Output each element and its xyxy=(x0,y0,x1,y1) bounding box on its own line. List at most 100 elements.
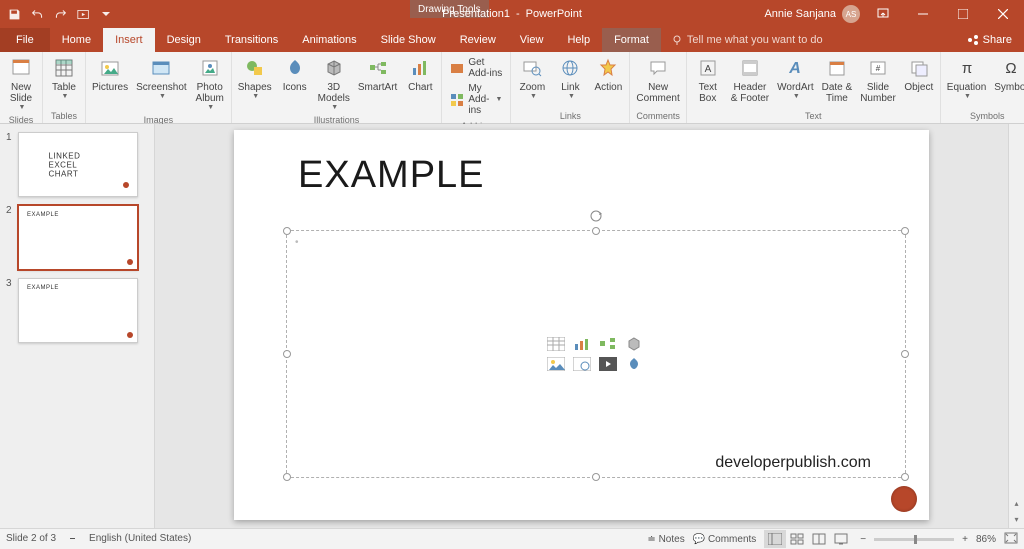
rotate-handle-icon[interactable] xyxy=(589,209,603,223)
resize-handle[interactable] xyxy=(283,350,291,358)
zoom-level[interactable]: 86% xyxy=(976,534,996,545)
smartart-button[interactable]: SmartArt xyxy=(355,54,400,95)
normal-view-icon[interactable] xyxy=(764,530,786,548)
close-icon[interactable] xyxy=(986,0,1020,28)
link-button[interactable]: Link▼ xyxy=(552,54,588,102)
tab-view[interactable]: View xyxy=(508,28,556,52)
chevron-down-icon: ▼ xyxy=(207,104,214,111)
zoom-slider[interactable] xyxy=(874,538,954,541)
group-label-links: Links xyxy=(514,109,626,123)
resize-handle[interactable] xyxy=(901,227,909,235)
tab-file[interactable]: File xyxy=(0,28,50,52)
tab-slideshow[interactable]: Slide Show xyxy=(369,28,448,52)
symbol-button[interactable]: ΩSymbol xyxy=(991,54,1024,95)
tell-me-search[interactable]: Tell me what you want to do xyxy=(671,28,823,52)
text-box-button[interactable]: AText Box xyxy=(690,54,726,106)
tab-design[interactable]: Design xyxy=(155,28,213,52)
fit-to-window-icon[interactable] xyxy=(1004,532,1018,547)
insert-icon-icon[interactable] xyxy=(625,357,643,371)
reading-view-icon[interactable] xyxy=(808,530,830,548)
chart-button[interactable]: Chart xyxy=(402,54,438,95)
insert-smartart-icon[interactable] xyxy=(599,337,617,351)
svg-text:π: π xyxy=(961,60,971,77)
slide-canvas-area[interactable]: EXAMPLE • developerpublish.com xyxy=(155,124,1008,528)
qat-customize-icon[interactable] xyxy=(98,6,114,22)
insert-chart-icon[interactable] xyxy=(573,337,591,351)
comments-button[interactable]: 💬 Comments xyxy=(693,534,757,545)
undo-icon[interactable] xyxy=(29,6,45,22)
content-placeholder[interactable]: • xyxy=(286,230,906,478)
resize-handle[interactable] xyxy=(592,473,600,481)
3d-models-button[interactable]: 3D Models▼ xyxy=(315,54,353,113)
pictures-button[interactable]: Pictures xyxy=(89,54,131,95)
maximize-icon[interactable] xyxy=(946,0,980,28)
share-icon xyxy=(967,34,979,46)
ribbon-options-icon[interactable] xyxy=(866,0,900,28)
tab-insert[interactable]: Insert xyxy=(103,28,155,52)
tab-review[interactable]: Review xyxy=(448,28,508,52)
table-button[interactable]: Table▼ xyxy=(46,54,82,102)
slide-counter[interactable]: Slide 2 of 3 xyxy=(6,533,56,545)
new-comment-button[interactable]: New Comment xyxy=(633,54,682,106)
user-avatar[interactable]: AS xyxy=(842,5,860,23)
photo-album-button[interactable]: Photo Album▼ xyxy=(192,54,228,113)
insert-table-icon[interactable] xyxy=(547,337,565,351)
resize-handle[interactable] xyxy=(901,473,909,481)
slide-thumbnail-2[interactable]: EXAMPLE xyxy=(18,205,138,270)
slide-thumbnail-3[interactable]: EXAMPLE xyxy=(18,278,138,343)
slide[interactable]: EXAMPLE • developerpublish.com xyxy=(234,130,929,520)
icons-button[interactable]: Icons xyxy=(277,54,313,95)
resize-handle[interactable] xyxy=(901,350,909,358)
zoom-out-icon[interactable]: − xyxy=(860,534,866,545)
shapes-icon xyxy=(243,56,267,80)
insert-video-icon[interactable] xyxy=(599,357,617,371)
tab-transitions[interactable]: Transitions xyxy=(213,28,290,52)
next-slide-icon[interactable]: ▾ xyxy=(1010,512,1024,526)
resize-handle[interactable] xyxy=(283,473,291,481)
group-label-symbols: Symbols xyxy=(944,109,1024,123)
get-addins-button[interactable]: Get Add-ins xyxy=(447,56,505,80)
object-button[interactable]: Object xyxy=(901,54,937,95)
new-slide-icon xyxy=(9,56,33,80)
start-from-beginning-icon[interactable] xyxy=(75,6,91,22)
wordart-button[interactable]: AWordArt▼ xyxy=(774,54,817,102)
insert-online-picture-icon[interactable] xyxy=(573,357,591,371)
insert-picture-icon[interactable] xyxy=(547,357,565,371)
zoom-in-icon[interactable]: + xyxy=(962,534,968,545)
vertical-scrollbar[interactable]: ▴ ▾ xyxy=(1008,124,1024,528)
new-slide-button[interactable]: New Slide▼ xyxy=(3,54,39,113)
symbol-icon: Ω xyxy=(999,56,1023,80)
spellcheck-icon[interactable]: ⎯ xyxy=(70,533,75,545)
zoom-button[interactable]: Zoom▼ xyxy=(514,54,550,102)
tab-format[interactable]: Format xyxy=(602,28,661,52)
save-icon[interactable] xyxy=(6,6,22,22)
my-addins-button[interactable]: My Add-ins▼ xyxy=(447,82,505,117)
equation-button[interactable]: πEquation▼ xyxy=(944,54,989,102)
slide-sorter-view-icon[interactable] xyxy=(786,530,808,548)
slide-title[interactable]: EXAMPLE xyxy=(298,154,485,197)
date-time-button[interactable]: Date & Time xyxy=(819,54,856,106)
header-footer-button[interactable]: Header & Footer xyxy=(728,54,772,106)
object-icon xyxy=(907,56,931,80)
slide-number-button[interactable]: #Slide Number xyxy=(857,54,899,106)
prev-slide-icon[interactable]: ▴ xyxy=(1010,496,1024,510)
user-name[interactable]: Annie Sanjana xyxy=(764,8,836,20)
insert-3d-model-icon[interactable] xyxy=(625,337,643,351)
resize-handle[interactable] xyxy=(592,227,600,235)
resize-handle[interactable] xyxy=(283,227,291,235)
notes-button[interactable]: ≐ Notes xyxy=(647,534,684,545)
action-button[interactable]: Action xyxy=(590,54,626,95)
tab-help[interactable]: Help xyxy=(555,28,602,52)
minimize-icon[interactable] xyxy=(906,0,940,28)
language-status[interactable]: English (United States) xyxy=(89,533,191,545)
slide-thumbnail-panel[interactable]: 1LINKED EXCEL CHART 2EXAMPLE 3EXAMPLE xyxy=(0,124,155,528)
shapes-button[interactable]: Shapes▼ xyxy=(235,54,275,102)
slideshow-view-icon[interactable] xyxy=(830,530,852,548)
tab-home[interactable]: Home xyxy=(50,28,103,52)
redo-icon[interactable] xyxy=(52,6,68,22)
tab-animations[interactable]: Animations xyxy=(290,28,368,52)
screenshot-button[interactable]: Screenshot▼ xyxy=(133,54,190,102)
share-button[interactable]: Share xyxy=(955,28,1024,52)
chevron-down-icon: ▼ xyxy=(252,93,259,100)
slide-thumbnail-1[interactable]: LINKED EXCEL CHART xyxy=(18,132,138,197)
